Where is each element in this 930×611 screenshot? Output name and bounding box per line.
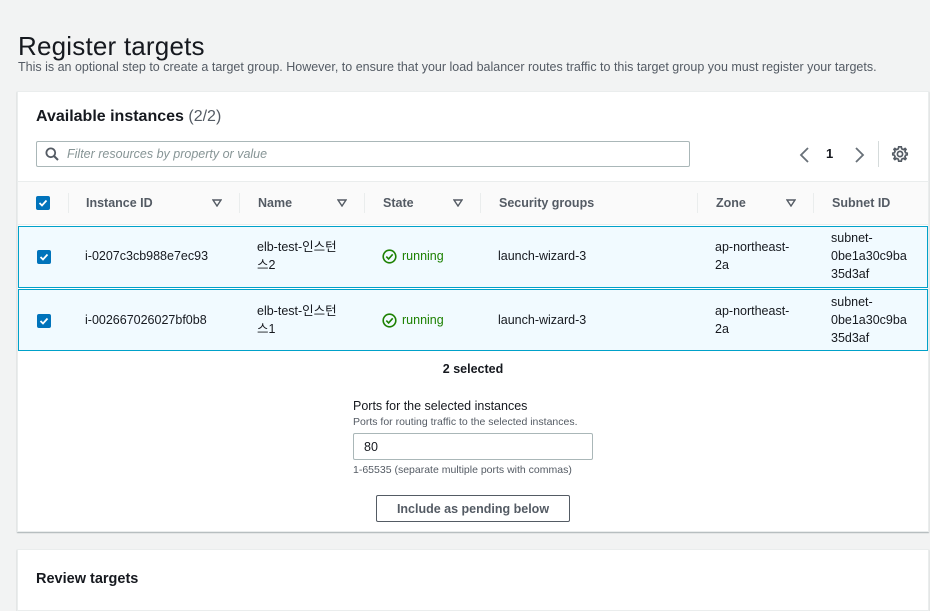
state-label: running bbox=[402, 249, 444, 263]
instance-name-line1: elb-test-인스턴 bbox=[257, 240, 337, 254]
subnet-line2: 0be1a30c9ba bbox=[831, 313, 907, 327]
caret-down-icon[interactable] bbox=[453, 199, 463, 207]
instance-name-line2: 스1 bbox=[257, 322, 276, 336]
security-group: launch-wizard-3 bbox=[498, 313, 587, 327]
caret-down-icon[interactable] bbox=[786, 199, 796, 207]
available-instances-panel: Available instances (2/2) 1 Instance ID … bbox=[17, 91, 929, 532]
instance-id[interactable]: i-0207c3cb988e7ec93 bbox=[85, 247, 208, 265]
column-divider bbox=[364, 193, 365, 213]
filter-search-box[interactable] bbox=[36, 141, 690, 167]
chevron-left-icon[interactable] bbox=[798, 146, 812, 164]
column-divider bbox=[239, 193, 240, 213]
page-description: This is an optional step to create a tar… bbox=[18, 60, 877, 74]
subnet-line1: subnet- bbox=[831, 295, 873, 309]
instance-name-line1: elb-test-인스턴 bbox=[257, 304, 337, 318]
security-group: launch-wizard-3 bbox=[498, 249, 587, 263]
ports-label: Ports for the selected instances bbox=[353, 399, 528, 413]
column-divider bbox=[68, 193, 69, 213]
column-header-instance-id[interactable]: Instance ID bbox=[86, 182, 153, 224]
pager-divider bbox=[878, 141, 879, 167]
table-row[interactable]: i-002667026027bf0b8 elb-test-인스턴 스1 runn… bbox=[18, 289, 928, 351]
column-divider bbox=[813, 193, 814, 213]
table-header: Instance ID Name State Security groups Z… bbox=[18, 181, 928, 225]
panel-title: Available instances bbox=[36, 108, 184, 125]
checkmark-icon bbox=[39, 253, 49, 261]
table-row[interactable]: i-0207c3cb988e7ec93 elb-test-인스턴 스2 runn… bbox=[18, 226, 928, 288]
check-circle-icon bbox=[382, 249, 397, 264]
caret-down-icon[interactable] bbox=[212, 199, 222, 207]
column-header-subnet-id[interactable]: Subnet ID bbox=[832, 182, 890, 224]
review-targets-panel: Review targets bbox=[17, 549, 929, 611]
page-title: Register targets bbox=[18, 31, 205, 62]
checkmark-icon bbox=[38, 199, 48, 207]
ports-description: Ports for routing traffic to the selecte… bbox=[353, 416, 578, 428]
column-divider bbox=[697, 193, 698, 213]
zone-line1: ap-northeast- bbox=[715, 304, 790, 318]
chevron-right-icon[interactable] bbox=[852, 146, 866, 164]
subnet-line1: subnet- bbox=[831, 231, 873, 245]
column-header-name[interactable]: Name bbox=[258, 182, 292, 224]
instance-count: (2/2) bbox=[188, 108, 222, 125]
column-header-state[interactable]: State bbox=[383, 182, 414, 224]
gear-icon[interactable] bbox=[891, 145, 909, 163]
page-number[interactable]: 1 bbox=[826, 146, 833, 161]
subnet-line2: 0be1a30c9ba bbox=[831, 249, 907, 263]
column-header-zone[interactable]: Zone bbox=[716, 182, 746, 224]
ports-input[interactable] bbox=[353, 433, 593, 460]
zone-line1: ap-northeast- bbox=[715, 240, 790, 254]
zone-line2: 2a bbox=[715, 258, 729, 272]
filter-input[interactable] bbox=[67, 144, 667, 164]
subnet-line3: 35d3af bbox=[831, 331, 870, 345]
review-targets-title: Review targets bbox=[36, 571, 139, 587]
include-as-pending-button[interactable]: Include as pending below bbox=[376, 495, 570, 522]
caret-down-icon[interactable] bbox=[337, 199, 347, 207]
instance-id[interactable]: i-002667026027bf0b8 bbox=[85, 311, 207, 329]
subnet-line3: 35d3af bbox=[831, 267, 870, 281]
column-divider bbox=[480, 193, 481, 213]
state-label: running bbox=[402, 313, 444, 327]
zone-line2: 2a bbox=[715, 322, 729, 336]
panel-header: Available instances (2/2) bbox=[36, 108, 221, 126]
selected-count: 2 selected bbox=[442, 362, 504, 376]
row-checkbox[interactable] bbox=[37, 250, 51, 264]
column-header-security-groups[interactable]: Security groups bbox=[499, 182, 594, 224]
instance-name-line2: 스2 bbox=[257, 258, 276, 272]
row-checkbox[interactable] bbox=[37, 314, 51, 328]
check-circle-icon bbox=[382, 313, 397, 328]
checkmark-icon bbox=[39, 317, 49, 325]
select-all-checkbox[interactable] bbox=[36, 196, 50, 210]
search-icon bbox=[45, 147, 59, 166]
ports-hint: 1-65535 (separate multiple ports with co… bbox=[353, 464, 572, 476]
